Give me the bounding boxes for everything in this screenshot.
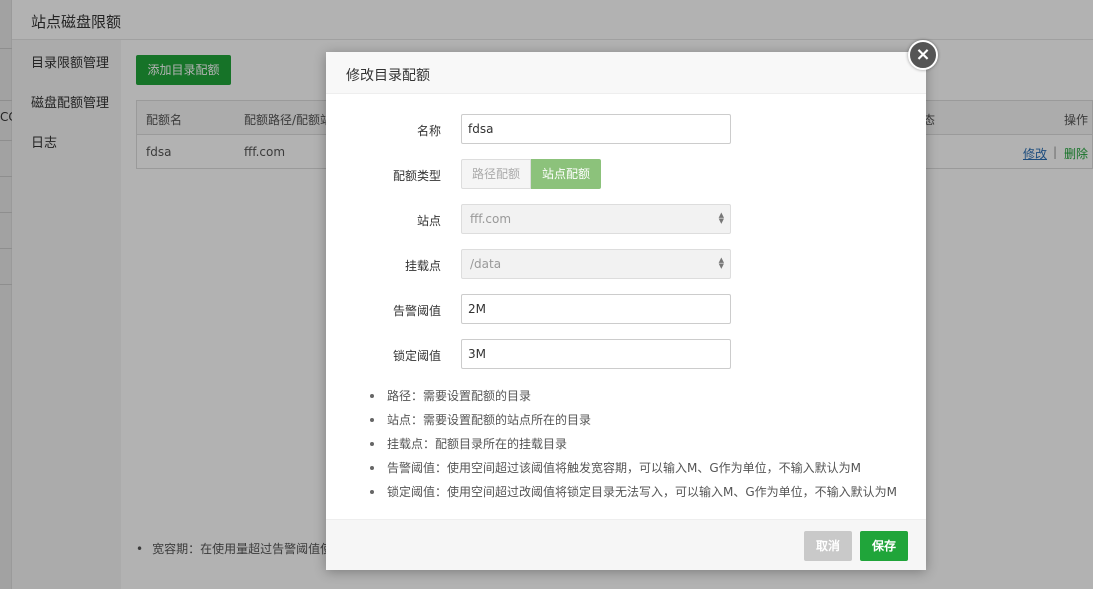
help-item-warn: 告警阈值：使用空间超过该阈值将触发宽容期，可以输入M、G作为单位，不输入默认为M <box>370 460 897 484</box>
help-item-path: 路径：需要设置配额的目录 <box>370 388 897 412</box>
site-select-value: fff.com <box>470 212 512 226</box>
dialog-title: 修改目录配额 <box>346 68 430 84</box>
name-row: 名称 <box>326 114 926 144</box>
site-row: 站点 fff.com ▲ ▼ <box>326 204 926 234</box>
mount-select-value: /data <box>470 257 502 271</box>
warn-threshold-label: 告警阈值 <box>392 304 441 318</box>
help-list: 路径：需要设置配额的目录 站点：需要设置配额的站点所在的目录 挂载点：配额目录所… <box>370 388 897 508</box>
help-item-mount: 挂载点：配额目录所在的挂载目录 <box>370 436 897 460</box>
name-label: 名称 <box>416 124 441 138</box>
quota-type-label: 配额类型 <box>392 169 441 183</box>
mount-label: 挂载点 <box>404 259 441 273</box>
save-button[interactable]: 保存 <box>860 531 908 561</box>
help-item-site: 站点：需要设置配额的站点所在的目录 <box>370 412 897 436</box>
quota-type-toggle: 路径配额 站点配额 <box>461 159 602 189</box>
help-item-lock: 锁定阈值：使用空间超过改阈值将锁定目录无法写入，可以输入M、G作为单位，不输入默… <box>370 484 897 508</box>
quota-type-row: 配额类型 路径配额 站点配额 <box>326 159 926 189</box>
dialog-footer: 取消 保存 <box>326 519 926 570</box>
chevron-updown-icon: ▲ ▼ <box>718 211 724 225</box>
warn-threshold-row: 告警阈值 <box>326 294 926 324</box>
lock-threshold-label: 锁定阈值 <box>392 349 441 363</box>
name-input[interactable] <box>461 114 731 144</box>
edit-quota-dialog: 修改目录配额 名称 配额类型 路径配额 站点配额 站点 fff.com ▲▼ 挂… <box>326 52 926 570</box>
warn-threshold-input[interactable] <box>461 294 731 324</box>
site-quota-option[interactable]: 站点配额 <box>531 159 602 189</box>
lock-threshold-row: 锁定阈值 <box>326 339 926 369</box>
path-quota-option[interactable]: 路径配额 <box>461 159 532 189</box>
close-icon[interactable]: × <box>908 40 938 70</box>
dialog-header: 修改目录配额 <box>326 52 926 94</box>
mount-select[interactable]: /data ▲ ▼ <box>461 249 731 279</box>
mount-row: 挂载点 /data ▲ ▼ <box>326 249 926 279</box>
site-label: 站点 <box>416 214 441 228</box>
site-select[interactable]: fff.com ▲ ▼ <box>461 204 731 234</box>
chevron-updown-icon: ▲ ▼ <box>718 256 724 270</box>
lock-threshold-input[interactable] <box>461 339 731 369</box>
cancel-button[interactable]: 取消 <box>804 531 852 561</box>
